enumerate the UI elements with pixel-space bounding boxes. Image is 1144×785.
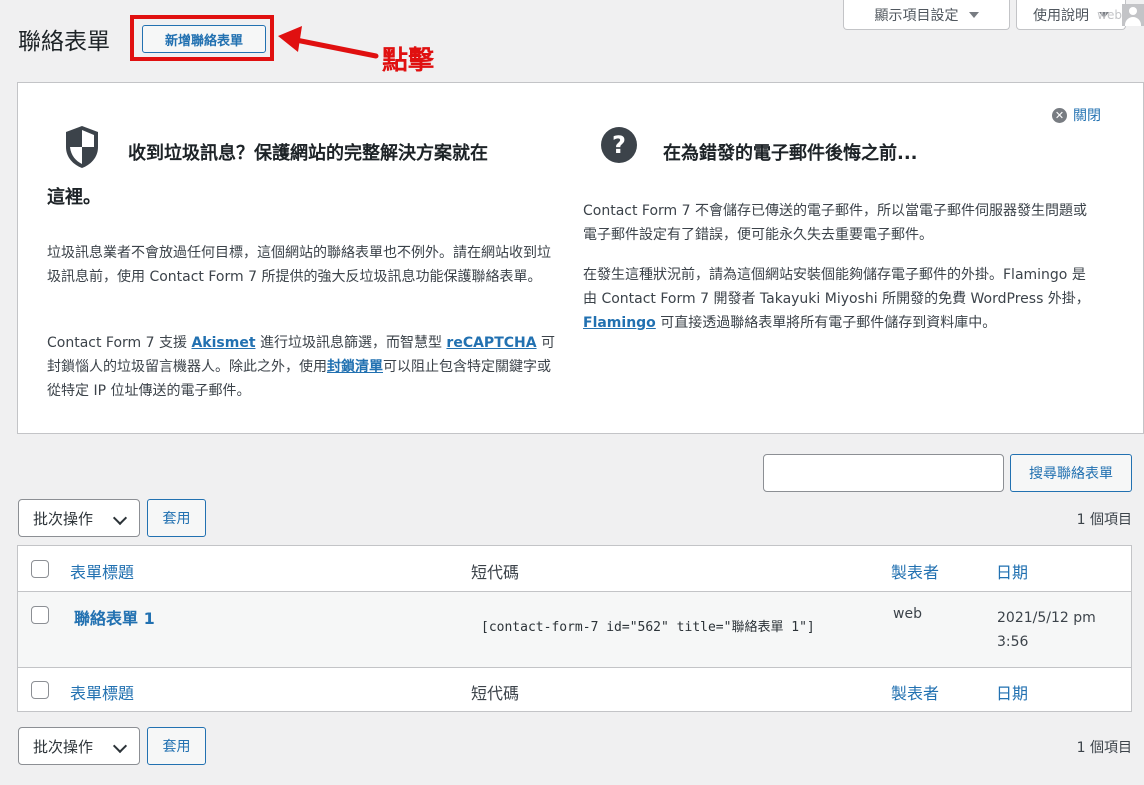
table-row: 聯絡表單 1 [contact-form-7 id="562" title="聯…: [18, 592, 1131, 667]
spam-paragraph-2: Contact Form 7 支援 Akismet 進行垃圾訊息篩選，而智慧型 …: [47, 335, 556, 399]
recaptcha-link[interactable]: reCAPTCHA: [446, 335, 536, 351]
chevron-down-icon: [112, 510, 128, 526]
search-contact-forms-button[interactable]: 搜尋聯絡表單: [1010, 454, 1132, 492]
form-title-link[interactable]: 聯絡表單 1: [74, 605, 155, 629]
ghost-username: web: [1097, 8, 1122, 22]
spam-heading-cont: 這裡。: [47, 187, 101, 208]
bulk-actions-value: 批次操作: [33, 737, 94, 756]
contact-forms-table: 表單標題 短代碼 製表者 日期 聯絡表單 1 [contact-form-7 i…: [17, 545, 1132, 712]
column-date-sort[interactable]: 日期: [996, 559, 1028, 583]
table-header-row: 表單標題 短代碼 製表者 日期: [18, 546, 1131, 592]
screen-options-tab[interactable]: 顯示項目設定: [843, 0, 1010, 30]
dismiss-label: 關閉: [1073, 108, 1101, 124]
form-date: 2021/5/12 pm 3:56: [997, 610, 1096, 650]
help-label: 使用說明: [1033, 7, 1089, 24]
blocklist-link[interactable]: 封鎖清單: [327, 359, 383, 375]
column-title-sort-footer[interactable]: 表單標題: [70, 680, 134, 704]
column-title-sort[interactable]: 表單標題: [70, 559, 134, 583]
bulk-actions-select-bottom[interactable]: 批次操作: [18, 727, 140, 765]
row-checkbox[interactable]: [31, 606, 49, 624]
form-author: web: [893, 606, 922, 622]
svg-text:?: ?: [612, 131, 626, 159]
apply-button-bottom[interactable]: 套用: [147, 727, 206, 765]
column-date-sort-footer[interactable]: 日期: [996, 680, 1028, 704]
akismet-link[interactable]: Akismet: [191, 335, 255, 351]
select-all-checkbox[interactable]: [31, 560, 49, 578]
bulk-actions-select-top[interactable]: 批次操作: [18, 499, 140, 537]
chevron-down-icon: [112, 738, 128, 754]
close-circle-icon: ✕: [1052, 107, 1067, 123]
bulk-actions-value: 批次操作: [33, 509, 94, 528]
select-all-checkbox-footer[interactable]: [31, 681, 49, 699]
spam-heading: 收到垃圾訊息？保護網站的完整解決方案就在: [128, 143, 488, 164]
item-count-bottom: 1 個項目: [1076, 740, 1132, 756]
table-footer-row: 表單標題 短代碼 製表者 日期: [18, 667, 1131, 712]
dismiss-welcome-link[interactable]: ✕ 關閉: [1052, 105, 1101, 125]
help-question-icon: ?: [601, 127, 637, 163]
column-shortcode-footer: 短代碼: [471, 684, 520, 703]
welcome-panel: ✕ 關閉 收到垃圾訊息？保護網站的完整解決方案就在 這裡。 垃圾訊息業者不會放過…: [17, 82, 1144, 434]
column-author-sort[interactable]: 製表者: [891, 559, 939, 583]
spam-paragraph-1: 垃圾訊息業者不會放過任何目標，這個網站的聯絡表單也不例外。請在網站收到垃圾訊息前…: [47, 245, 551, 285]
annotation-click-text: 點擊: [382, 46, 435, 76]
search-input[interactable]: [763, 454, 1004, 492]
column-shortcode: 短代碼: [471, 563, 520, 582]
apply-button-top[interactable]: 套用: [147, 499, 206, 537]
form-shortcode[interactable]: [contact-form-7 id="562" title="聯絡表單 1"]: [481, 616, 815, 635]
annotation-arrow-icon: [278, 26, 379, 59]
user-avatar-icon[interactable]: [1122, 4, 1144, 26]
caret-down-icon: [968, 11, 979, 18]
screen-options-label: 顯示項目設定: [874, 7, 959, 24]
flamingo-paragraph-2: 在發生這種狀況前，請為這個網站安裝個能夠儲存電子郵件的外掛。Flamingo 是…: [583, 267, 1090, 331]
column-author-sort-footer[interactable]: 製表者: [891, 680, 939, 704]
add-new-contact-form-button[interactable]: 新增聯絡表單: [142, 25, 266, 53]
item-count-top: 1 個項目: [1076, 512, 1132, 528]
shield-icon: [66, 126, 98, 168]
flamingo-link[interactable]: Flamingo: [583, 315, 656, 331]
flamingo-paragraph-1: Contact Form 7 不會儲存已傳送的電子郵件，所以當電子郵件伺服器發生…: [583, 203, 1087, 243]
page-title: 聯絡表單: [18, 29, 110, 55]
flamingo-heading: 在為錯發的電子郵件後悔之前...: [663, 143, 918, 164]
